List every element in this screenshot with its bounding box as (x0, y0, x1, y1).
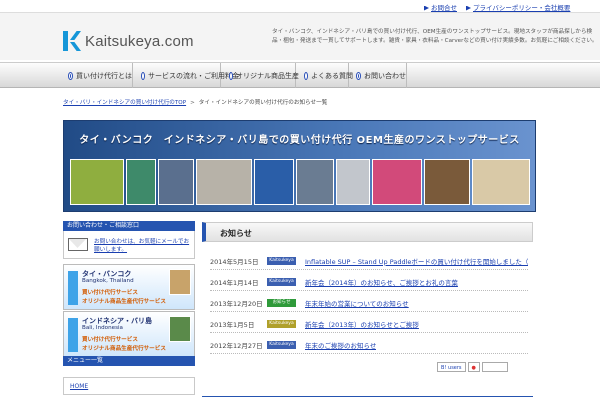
region-banner-thailand[interactable]: タイ・バンコク Bangkok, Thailand 買い付け代行サービス オリジ… (63, 264, 195, 310)
banner-photo (296, 159, 334, 205)
sidebar-menu: HOME (63, 377, 195, 395)
share-count-box (481, 362, 508, 372)
breadcrumb: タイ・バリ・インドネシアの買い付け代行のTOP > タイ・インドネシアの買い付け代行… (63, 98, 327, 106)
news-link[interactable]: 年末のご挨拶のお知らせ (305, 340, 376, 350)
sidebar-contact: お問い合わせ・ご相談窓口 お問い合わせは、お気軽にメールでお願いします。 (63, 221, 195, 259)
envelope-icon (68, 238, 88, 251)
news-date: 2014年1月14日 (210, 278, 259, 287)
site-logo[interactable]: Kaitsukeya.com (63, 31, 194, 51)
top-link-label: お問合せ (431, 4, 457, 12)
bullet-icon (357, 72, 360, 79)
arrow-icon (424, 5, 429, 11)
region-sub: Bangkok, Thailand (82, 278, 134, 284)
region-sub: Bali, Indonesia (82, 325, 123, 331)
news-date: 2012年12月27日 (210, 341, 263, 350)
region-photo (169, 269, 191, 295)
contact-mail-link[interactable]: お問い合わせは、お気軽にメールでお願いします。 (94, 237, 194, 253)
top-bar: お問合せ プライバシーポリシー・会社概要 (0, 0, 600, 12)
arrow-icon (68, 318, 78, 352)
arrow-icon (466, 5, 471, 11)
banner-title: タイ・バンコク インドネシア・バリ島での買い付け代行 OEM生産のワンストップサ… (79, 135, 520, 146)
top-link-privacy[interactable]: プライバシーポリシー・会社概要 (466, 2, 570, 12)
arrow-icon (68, 271, 78, 305)
nav-item-label: お問い合わせ (364, 71, 406, 80)
news-row: 2012年12月27日 Kaitsukeya 年末のご挨拶のお知らせ (210, 336, 528, 354)
nav-item-contact[interactable]: お問い合わせ (351, 63, 407, 88)
news-date: 2013年12月20日 (210, 299, 263, 308)
banner-photo (70, 159, 124, 205)
page-title: お知らせ (220, 229, 252, 238)
news-tag: Kaitsukeya (267, 277, 296, 286)
banner-photo (424, 159, 470, 205)
news-row: 2014年5月15日 Kaitsukeya Inflatable SUP – S… (210, 252, 528, 270)
news-link[interactable]: 年末年始の営業についてのお知らせ (305, 298, 409, 308)
sidebar-contact-box: お問い合わせは、お気軽にメールでお願いします。 (63, 231, 195, 259)
header: Kaitsukeya.com タイ・バンコク、インドネシア・バリ島での買い付け代… (0, 12, 600, 60)
nav-item-oem[interactable]: オリジナル商品生産 (224, 63, 299, 88)
share-buttons: B! users ● (437, 362, 508, 372)
logo-mark-icon (63, 31, 81, 51)
sidebar-menu-heading: メニュー一覧 (63, 356, 195, 366)
news-link[interactable]: 新年会（2013年）のお知らせとご挨拶 (305, 319, 419, 329)
breadcrumb-home[interactable]: タイ・バリ・インドネシアの買い付け代行のTOP (63, 100, 186, 106)
bullet-icon (142, 72, 144, 79)
news-date: 2013年1月5日 (210, 320, 255, 329)
banner-photo (158, 159, 194, 205)
hatena-bookmark-button[interactable]: B! users (437, 362, 466, 372)
region-service: 買い付け代行サービス (82, 290, 138, 296)
news-row: 2013年12月20日 お知らせ 年末年始の営業についてのお知らせ (210, 294, 528, 312)
banner-photo (336, 159, 370, 205)
news-row: 2013年1月5日 Kaitsukeya 新年会（2013年）のお知らせとご挨拶 (210, 315, 528, 333)
top-link-label: プライバシーポリシー・会社概要 (473, 4, 571, 12)
news-date: 2014年5月15日 (210, 257, 259, 266)
breadcrumb-current: タイ・インドネシアの買い付け代行のお知らせ一覧 (198, 100, 328, 106)
breadcrumb-separator: > (190, 100, 195, 106)
nav-item-about[interactable]: 買い付け代行とは (63, 63, 133, 88)
news-row: 2014年1月14日 Kaitsukeya 新年会（2014年）のお知らせ、ご挨… (210, 273, 528, 291)
news-tag: Kaitsukeya (267, 340, 296, 349)
news-tag: Kaitsukeya (267, 319, 296, 328)
sidebar-contact-heading: お問い合わせ・ご相談窓口 (63, 221, 195, 231)
content-divider (202, 396, 533, 400)
region-service: オリジナル商品生産代行サービス (82, 346, 166, 352)
nav-item-label: 買い付け代行とは (76, 71, 132, 80)
nav-item-flow[interactable]: サービスの流れ・ご利用料金 (136, 63, 239, 88)
banner-photo (372, 159, 422, 205)
nav-item-faq[interactable]: よくある質問 (299, 63, 353, 88)
region-photo (169, 316, 191, 342)
menu-home-link[interactable]: HOME (70, 383, 88, 390)
news-tag: Kaitsukeya (267, 256, 296, 265)
bullet-icon (230, 72, 232, 79)
header-description: タイ・バンコク、インドネシア・バリ島での買い付け代行、OEM生産のワンストップサ… (272, 29, 598, 44)
region-banner-bali[interactable]: インドネシア・バリ島 Bali, Indonesia 買い付け代行サービス オリ… (63, 311, 195, 357)
banner-photo (472, 159, 530, 205)
nav-item-label: オリジナル商品生産 (236, 71, 299, 80)
bullet-icon (305, 72, 307, 79)
news-link[interactable]: Inflatable SUP – Stand Up Paddleボードの買い付け… (305, 256, 528, 266)
banner-photo (196, 159, 252, 205)
global-nav: 買い付け代行とは サービスの流れ・ご利用料金 オリジナル商品生産 よくある質問 … (0, 62, 600, 88)
banner-photo (254, 159, 294, 205)
banner-photo (126, 159, 156, 205)
nav-item-label: よくある質問 (311, 71, 353, 80)
share-icon[interactable]: ● (467, 362, 480, 372)
hero-banner: タイ・バンコク インドネシア・バリ島での買い付け代行 OEM生産のワンストップサ… (63, 120, 536, 212)
logo-text: Kaitsukeya.com (85, 32, 194, 50)
region-service: オリジナル商品生産代行サービス (82, 299, 166, 305)
top-link-contact[interactable]: お問合せ (424, 2, 457, 12)
bullet-icon (69, 72, 72, 79)
news-tag: お知らせ (267, 298, 296, 307)
content-heading: お知らせ (202, 222, 533, 242)
region-service: 買い付け代行サービス (82, 337, 138, 343)
news-link[interactable]: 新年会（2014年）のお知らせ、ご挨拶とお礼の言葉 (305, 277, 458, 287)
